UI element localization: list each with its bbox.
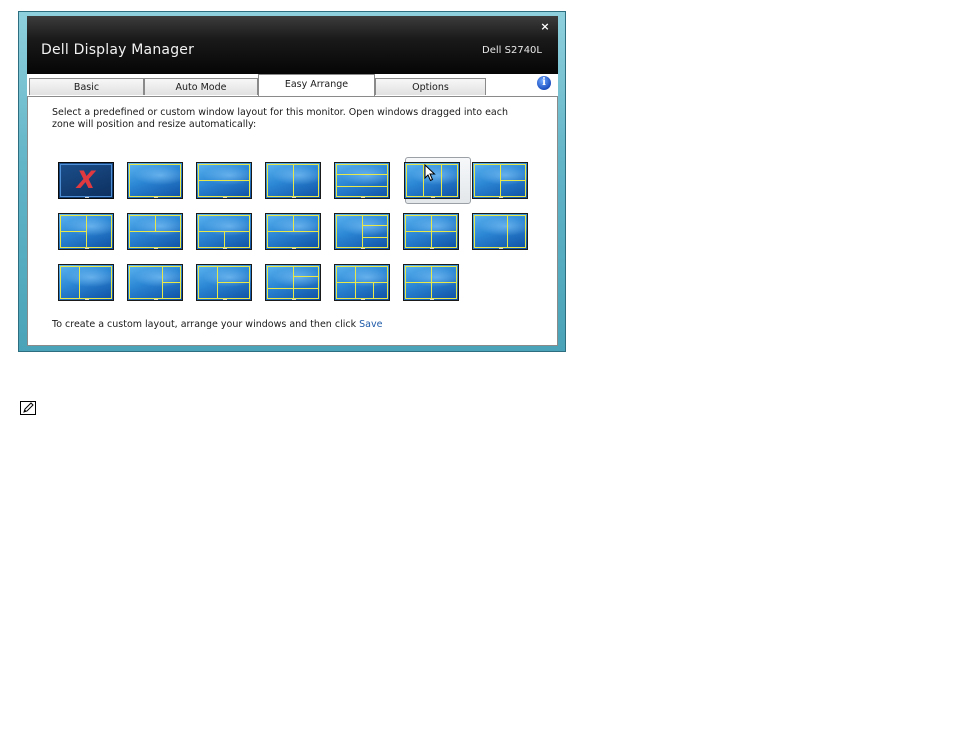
zone-divider — [293, 216, 294, 231]
tab-auto-mode[interactable]: Auto Mode — [144, 78, 258, 95]
layout-none[interactable]: X — [58, 162, 114, 199]
zone-divider — [406, 282, 456, 283]
close-button[interactable]: × — [538, 20, 552, 34]
zone-divider — [362, 225, 387, 226]
layout-left-narrow-2-right[interactable] — [196, 264, 252, 301]
zone-outline — [336, 164, 388, 197]
layout-split-vertical-2[interactable] — [265, 162, 321, 199]
zone-divider — [268, 288, 318, 289]
zone-divider — [61, 231, 86, 232]
zone-divider — [86, 216, 87, 247]
zone-divider — [362, 237, 387, 238]
no-layout-x-icon: X — [76, 166, 96, 194]
layout-split-horizontal-3[interactable] — [334, 162, 390, 199]
zone-divider — [293, 276, 318, 277]
layout-split-horizontal-2[interactable] — [196, 162, 252, 199]
zone-divider — [79, 267, 80, 298]
tab-options[interactable]: Options — [375, 78, 486, 95]
layout-top-full-bottom-split[interactable] — [196, 213, 252, 250]
ddm-window: Dell Display Manager Dell S2740L × Basic… — [18, 11, 566, 352]
layout-left-narrow-right-wide[interactable] — [472, 213, 528, 250]
note-pencil-icon — [20, 401, 36, 415]
layout-right-wide-3[interactable] — [127, 264, 183, 301]
tab-bar: Basic Auto Mode Easy Arrange Options i — [27, 74, 558, 96]
instruction-text: Select a predefined or custom window lay… — [52, 107, 508, 130]
layout-grid-6[interactable] — [265, 264, 321, 301]
footer-text: To create a custom layout, arrange your … — [52, 319, 382, 330]
layout-left-wide-right-narrow[interactable] — [58, 264, 114, 301]
zone-divider — [224, 231, 225, 247]
layout-left-2-right-full[interactable] — [127, 213, 183, 250]
zone-divider — [362, 216, 363, 247]
zone-divider — [337, 282, 387, 283]
zone-divider — [268, 231, 318, 232]
zone-divider — [337, 174, 387, 175]
layout-left-full-right-2[interactable] — [265, 213, 321, 250]
easy-arrange-panel: Select a predefined or custom window lay… — [27, 96, 558, 346]
zone-divider — [507, 216, 508, 247]
zone-divider — [217, 282, 249, 283]
save-link[interactable]: Save — [359, 319, 382, 330]
zone-divider — [155, 216, 156, 231]
zone-divider — [130, 231, 180, 232]
zone-outline — [129, 164, 181, 197]
zone-divider — [441, 165, 442, 196]
layout-top-split-bottom-full[interactable] — [58, 213, 114, 250]
zone-divider — [293, 267, 294, 298]
zone-divider — [500, 180, 525, 181]
zone-divider — [293, 165, 294, 196]
zone-divider — [406, 231, 456, 232]
layout-grid-5[interactable] — [334, 264, 390, 301]
layout-quad-unequal[interactable] — [403, 213, 459, 250]
monitor-model: Dell S2740L — [482, 45, 542, 56]
layout-grid-4[interactable] — [403, 264, 459, 301]
mouse-cursor-icon — [424, 164, 436, 182]
tab-easy-arrange[interactable]: Easy Arrange — [258, 74, 375, 96]
zone-divider — [337, 186, 387, 187]
info-icon[interactable]: i — [537, 76, 551, 90]
zone-divider — [199, 180, 249, 181]
layout-full[interactable] — [127, 162, 183, 199]
layout-left-large-right-2[interactable] — [472, 162, 528, 199]
tab-basic[interactable]: Basic — [29, 78, 144, 95]
zone-divider — [373, 282, 374, 298]
app-title: Dell Display Manager — [41, 42, 195, 58]
zone-outline — [60, 266, 112, 299]
zone-divider — [162, 282, 180, 283]
title-bar[interactable]: Dell Display Manager Dell S2740L × — [27, 16, 558, 74]
footer-instruction: To create a custom layout, arrange your … — [52, 319, 360, 330]
layout-left-right-3[interactable] — [334, 213, 390, 250]
zone-divider — [355, 267, 356, 298]
zone-outline — [474, 215, 526, 248]
